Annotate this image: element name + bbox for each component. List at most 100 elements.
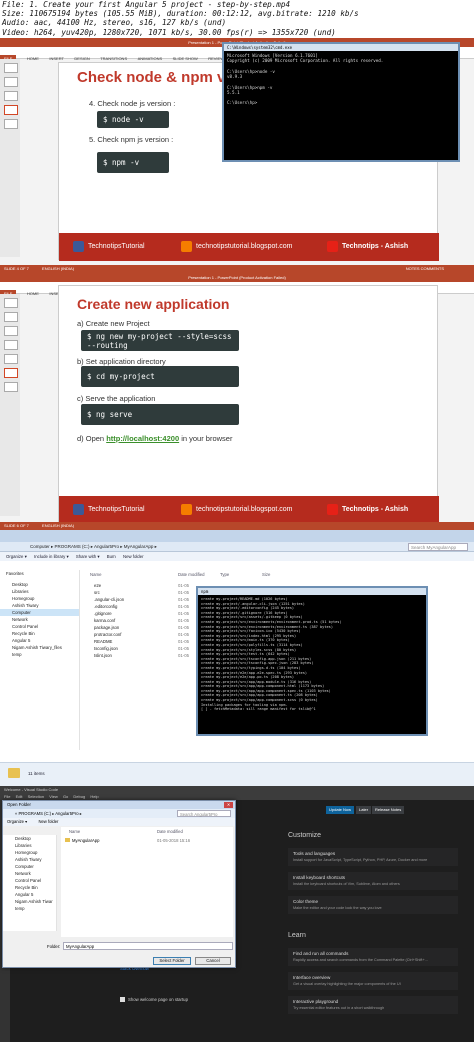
- tab-insert[interactable]: INSERT: [49, 56, 64, 61]
- dialog-search[interactable]: Search Angular5Pro: [177, 810, 231, 817]
- localhost-link[interactable]: http://localhost:4200: [106, 434, 179, 443]
- tab-design[interactable]: DESIGN: [74, 56, 89, 61]
- list-item[interactable]: README: [94, 638, 174, 645]
- nav-user[interactable]: Ashish Tiwary: [3, 856, 56, 863]
- menu-help[interactable]: Help: [90, 794, 98, 799]
- select-folder-button[interactable]: Select Folder: [153, 957, 191, 965]
- list-item[interactable]: src: [94, 589, 174, 596]
- release-notes-button[interactable]: Release Notes: [372, 806, 405, 814]
- slide-thumb[interactable]: [4, 326, 18, 336]
- dialog-breadcrumb[interactable]: « PROGRAMS (C:) ▸ Angular5Pro ▸: [15, 811, 82, 816]
- nav-recycle-bin[interactable]: Recycle Bin: [3, 884, 56, 891]
- cancel-button[interactable]: Cancel: [195, 957, 231, 965]
- col-name[interactable]: Name: [69, 829, 80, 834]
- nav-homegroup[interactable]: Homegroup: [3, 849, 56, 856]
- slide-thumb[interactable]: [4, 105, 18, 115]
- explorer-address-bar[interactable]: Computer ▸ PROGRAMS (C:) ▸ Angular5Pro ▸…: [0, 542, 474, 552]
- checkbox-icon[interactable]: [120, 997, 125, 1003]
- tab-home[interactable]: HOME: [27, 56, 39, 61]
- slide-thumb[interactable]: [4, 63, 18, 73]
- list-item[interactable]: karma.conf: [94, 617, 174, 624]
- nav-control-panel[interactable]: Control Panel: [3, 877, 56, 884]
- explorer-breadcrumb[interactable]: Computer ▸ PROGRAMS (C:) ▸ Angular5Pro ▸…: [30, 544, 157, 549]
- nav-files-folder[interactable]: Nigam Ashish Tiwary_files: [0, 644, 79, 651]
- nav-favorites[interactable]: Favorites: [0, 570, 79, 577]
- nav-recycle-bin[interactable]: Recycle Bin: [0, 630, 79, 637]
- nav-control-panel[interactable]: Control Panel: [0, 623, 79, 630]
- nav-homegroup[interactable]: Homegroup: [0, 595, 79, 602]
- close-icon[interactable]: ✕: [224, 802, 233, 808]
- menu-view[interactable]: View: [49, 794, 58, 799]
- slide-thumb[interactable]: [4, 91, 18, 101]
- list-item[interactable]: e2e: [94, 582, 174, 589]
- update-now-button[interactable]: Update Now: [326, 806, 355, 814]
- col-date[interactable]: Date modified: [157, 829, 183, 834]
- slide-thumb[interactable]: [4, 312, 18, 322]
- new-folder-button[interactable]: New folder: [123, 554, 144, 559]
- menu-go[interactable]: Go: [63, 794, 68, 799]
- share-with-button[interactable]: Share with ▾: [76, 554, 100, 559]
- interface-overview-card[interactable]: Interface overview Get a visual overlay …: [288, 972, 458, 990]
- slide-thumb[interactable]: [4, 298, 18, 308]
- explorer-search[interactable]: Search MyAngularApp: [408, 543, 468, 551]
- col-name[interactable]: Name: [90, 572, 101, 577]
- nav-temp[interactable]: temp: [3, 905, 56, 912]
- nav-desktop[interactable]: Desktop: [0, 581, 79, 588]
- tab-animations[interactable]: ANIMATIONS: [138, 56, 163, 61]
- list-item[interactable]: .angular-cli.json: [94, 596, 174, 603]
- nav-angular5[interactable]: Angular 5: [0, 637, 79, 644]
- tab-home[interactable]: HOME: [27, 291, 39, 296]
- slide-thumb[interactable]: [4, 77, 18, 87]
- slide-thumb[interactable]: [4, 382, 18, 392]
- later-button[interactable]: Later: [356, 806, 372, 814]
- npm-console[interactable]: npm create my-project/README.md (1026 by…: [196, 586, 428, 736]
- find-commands-card[interactable]: Find and run all commands Rapidly access…: [288, 948, 458, 966]
- menu-debug[interactable]: Debug: [73, 794, 85, 799]
- interactive-playground-card[interactable]: Interactive playground Try essential edi…: [288, 996, 458, 1014]
- status-notes[interactable]: NOTES COMMENTS: [406, 265, 444, 273]
- col-type[interactable]: Type: [220, 572, 229, 577]
- list-item[interactable]: .gitignore: [94, 610, 174, 617]
- slide-thumb[interactable]: [4, 340, 18, 350]
- nav-network[interactable]: Network: [3, 870, 56, 877]
- list-item[interactable]: protractor.conf: [94, 631, 174, 638]
- include-library-button[interactable]: Include in library ▾: [34, 554, 69, 559]
- menu-selection[interactable]: Selection: [28, 794, 44, 799]
- tab-transitions[interactable]: TRANSITIONS: [100, 56, 127, 61]
- show-welcome-toggle[interactable]: Show welcome page on startup: [120, 997, 188, 1003]
- dialog-new-folder-button[interactable]: New folder: [38, 819, 58, 824]
- list-item[interactable]: .editorconfig: [94, 603, 174, 610]
- nav-computer[interactable]: Computer: [0, 609, 79, 616]
- slide-thumb[interactable]: [4, 119, 18, 129]
- keyboard-shortcuts-card[interactable]: Install keyboard shortcuts Install the k…: [288, 872, 458, 890]
- menu-edit[interactable]: Edit: [16, 794, 23, 799]
- organize-button[interactable]: Organize ▾: [6, 554, 27, 559]
- dialog-organize-button[interactable]: Organize ▾: [7, 819, 27, 824]
- nav-user-folder[interactable]: Nigam Ashish Tiwar: [3, 898, 56, 905]
- col-size[interactable]: Size: [262, 572, 270, 577]
- cmd-window[interactable]: C:\Windows\system32\cmd.exe Microsoft Wi…: [222, 42, 460, 162]
- nav-user[interactable]: Ashish Tiwary: [0, 602, 79, 609]
- slide-thumb[interactable]: [4, 354, 18, 364]
- slide-thumb[interactable]: [4, 368, 18, 378]
- folder-row[interactable]: MyAngularApp 01-05-2018 15:16: [65, 837, 229, 844]
- nav-temp[interactable]: temp: [0, 651, 79, 658]
- list-item[interactable]: tsconfig.json: [94, 645, 174, 652]
- slide-canvas[interactable]: Create new application a) Create new Pro…: [58, 285, 439, 525]
- list-item[interactable]: tslint.json: [94, 652, 174, 659]
- burn-button[interactable]: Burn: [107, 554, 116, 559]
- color-theme-card[interactable]: Color theme Make the editor and your cod…: [288, 896, 458, 914]
- menu-file[interactable]: File: [4, 794, 10, 799]
- nav-libraries[interactable]: Libraries: [3, 842, 56, 849]
- nav-libraries[interactable]: Libraries: [0, 588, 79, 595]
- tab-slideshow[interactable]: SLIDE SHOW: [173, 56, 198, 61]
- nav-network[interactable]: Network: [0, 616, 79, 623]
- list-item[interactable]: package.json: [94, 624, 174, 631]
- col-date[interactable]: Date modified: [178, 572, 205, 577]
- folder-input[interactable]: MyAngularApp: [63, 942, 233, 950]
- tools-languages-card[interactable]: Tools and languages Install support for …: [288, 848, 458, 866]
- nav-desktop[interactable]: Desktop: [3, 835, 56, 842]
- nav-computer[interactable]: Computer: [3, 863, 56, 870]
- dialog-address-bar[interactable]: « PROGRAMS (C:) ▸ Angular5Pro ▸ Search A…: [3, 809, 235, 818]
- nav-angular5[interactable]: Angular 5: [3, 891, 56, 898]
